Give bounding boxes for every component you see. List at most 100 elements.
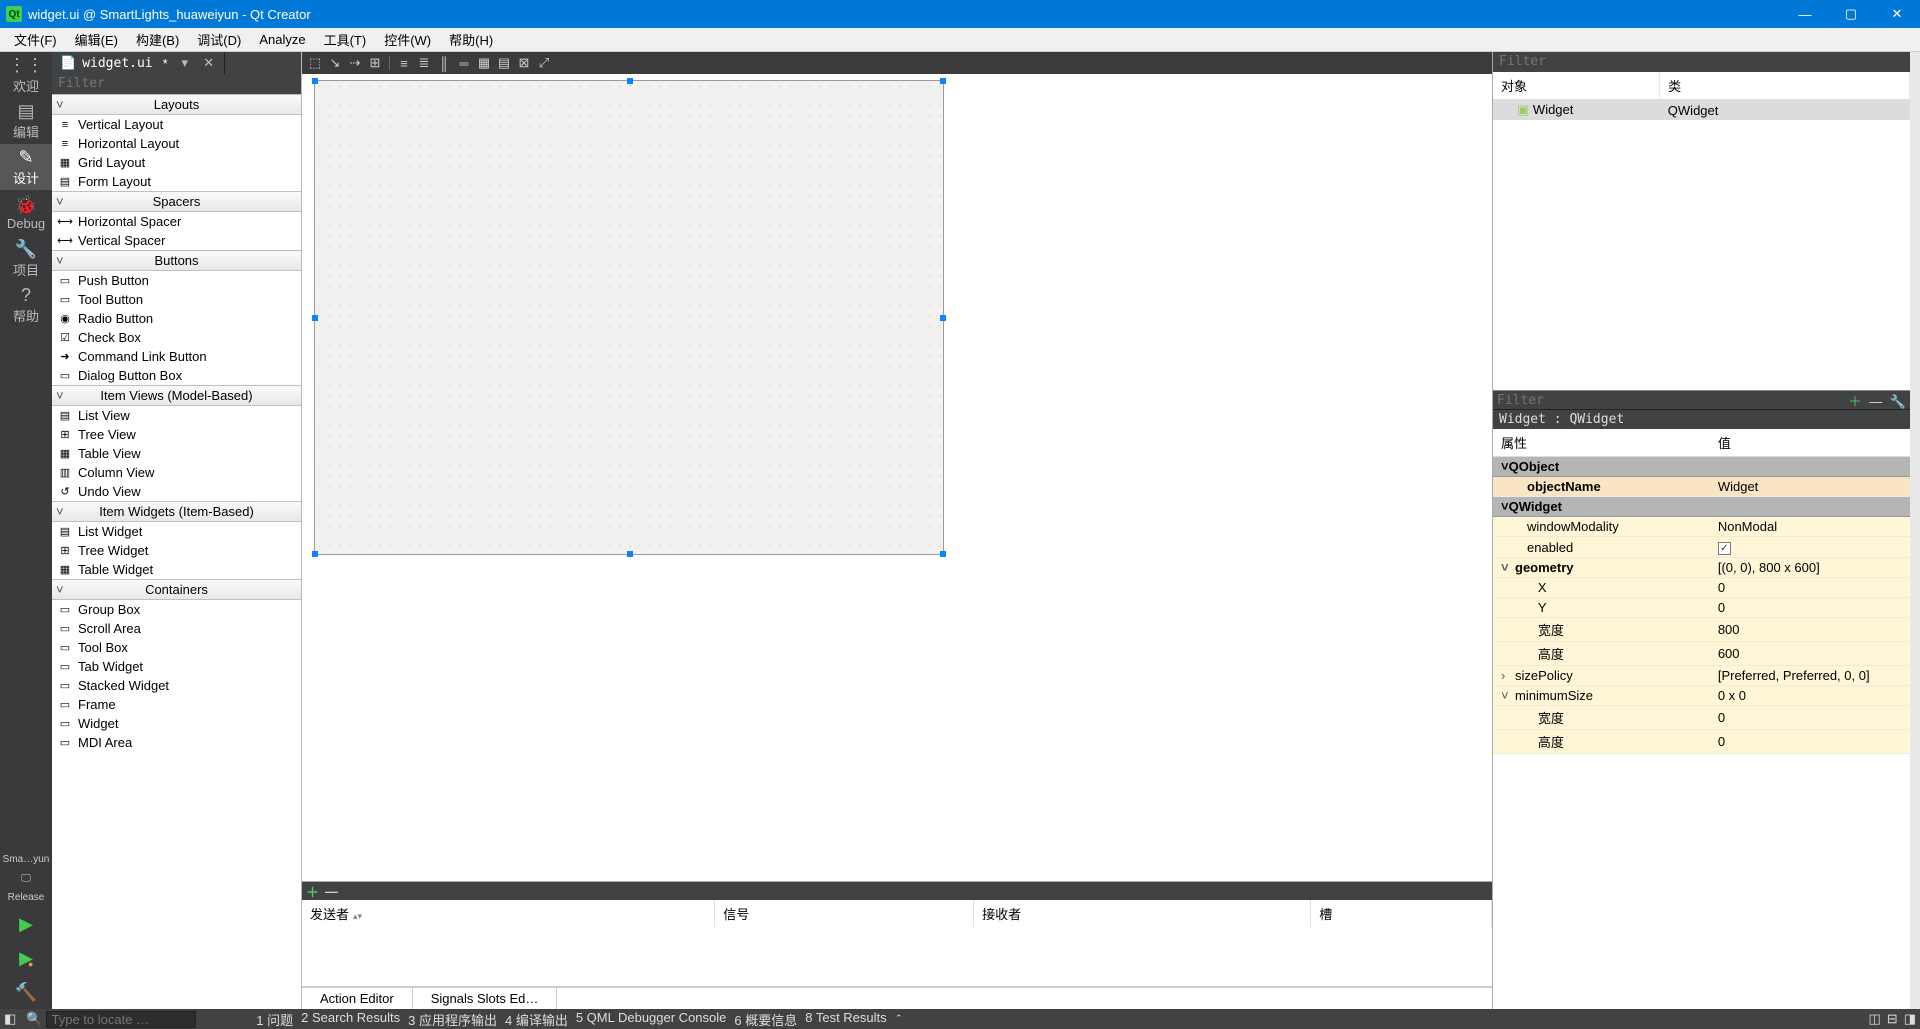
prop-geometry-x[interactable]: X0: [1493, 578, 1910, 598]
col-value[interactable]: 值: [1710, 429, 1910, 457]
edit-taborder-button[interactable]: ⊞: [366, 54, 384, 72]
col-sender[interactable]: 发送者▴▾: [302, 900, 715, 927]
widget-item[interactable]: ▤Form Layout: [52, 172, 301, 191]
widget-group-header[interactable]: ˅Buttons: [52, 250, 301, 271]
widget-group-header[interactable]: ˅Containers: [52, 579, 301, 600]
prop-geometry-h[interactable]: 高度600: [1493, 642, 1910, 666]
widget-item[interactable]: ▭Group Box: [52, 600, 301, 619]
prop-minimumsize-h[interactable]: 高度0: [1493, 730, 1910, 754]
widget-item[interactable]: ▭Tab Widget: [52, 657, 301, 676]
mode-projects[interactable]: 🔧项目: [0, 236, 52, 282]
widget-item[interactable]: ⊞Tree View: [52, 425, 301, 444]
resize-handle[interactable]: [312, 551, 318, 557]
output-pane-button[interactable]: 8 Test Results: [805, 1010, 886, 1029]
maximize-button[interactable]: ▢: [1828, 0, 1874, 28]
widget-item[interactable]: ▭Dialog Button Box: [52, 366, 301, 385]
widget-item[interactable]: ▥Column View: [52, 463, 301, 482]
prop-windowmodality[interactable]: windowModalityNonModal: [1493, 517, 1910, 537]
widget-item[interactable]: ▭Stacked Widget: [52, 676, 301, 695]
widget-group-header[interactable]: ˅Spacers: [52, 191, 301, 212]
widget-list[interactable]: ˅Layouts≡Vertical Layout≡Horizontal Layo…: [52, 94, 301, 1009]
menu-help[interactable]: 帮助(H): [441, 28, 501, 51]
kit-selector-target[interactable]: 🖵: [0, 869, 52, 888]
menu-analyze[interactable]: Analyze: [251, 30, 313, 49]
widget-item[interactable]: ▭Frame: [52, 695, 301, 714]
mode-welcome[interactable]: ⋮⋮欢迎: [0, 52, 52, 98]
edit-buddies-button[interactable]: ⇢: [346, 54, 364, 72]
widget-item[interactable]: ⊞Tree Widget: [52, 541, 301, 560]
mode-help[interactable]: ?帮助: [0, 282, 52, 328]
layout-hsplit-button[interactable]: ║: [435, 54, 453, 72]
prop-minimumsize-w[interactable]: 宽度0: [1493, 706, 1910, 730]
prop-minimumsize[interactable]: ˅minimumSize0 x 0: [1493, 686, 1910, 706]
edit-signals-button[interactable]: ↘: [326, 54, 344, 72]
prop-sizepolicy[interactable]: ›sizePolicy[Preferred, Preferred, 0, 0]: [1493, 666, 1910, 686]
resize-handle[interactable]: [940, 315, 946, 321]
widget-item[interactable]: ▭Tool Box: [52, 638, 301, 657]
resize-handle[interactable]: [940, 551, 946, 557]
resize-handle[interactable]: [627, 78, 633, 84]
menu-file[interactable]: 文件(F): [6, 28, 65, 51]
widget-item[interactable]: ↺Undo View: [52, 482, 301, 501]
form-canvas-area[interactable]: [302, 74, 1492, 881]
output-pane-button[interactable]: 3 应用程序输出: [408, 1010, 497, 1029]
object-filter-input[interactable]: [1499, 54, 1904, 69]
run-button[interactable]: ▶: [0, 907, 52, 941]
right-scrollbar[interactable]: [1910, 52, 1920, 1009]
tab-signals-editor[interactable]: Signals Slots Ed…: [413, 988, 558, 1009]
menu-widgets[interactable]: 控件(W): [376, 28, 439, 51]
widget-item[interactable]: ▤List View: [52, 406, 301, 425]
tab-close-button[interactable]: ▾: [178, 56, 192, 70]
widget-item[interactable]: ▦Table Widget: [52, 560, 301, 579]
mode-design[interactable]: ✎设计: [0, 144, 52, 190]
widget-item[interactable]: ▦Table View: [52, 444, 301, 463]
col-object[interactable]: 对象: [1493, 72, 1660, 100]
form-widget[interactable]: [314, 80, 944, 555]
close-panel-button[interactable]: ◧: [4, 1011, 16, 1027]
col-class[interactable]: 类: [1660, 72, 1910, 100]
resize-handle[interactable]: [312, 78, 318, 84]
menu-edit[interactable]: 编辑(E): [67, 28, 126, 51]
mode-debug[interactable]: 🐞Debug: [0, 190, 52, 236]
widget-item[interactable]: ≡Vertical Layout: [52, 115, 301, 134]
widget-item[interactable]: ⟷Vertical Spacer: [52, 231, 301, 250]
locator-input[interactable]: [46, 1011, 196, 1028]
resize-handle[interactable]: [312, 315, 318, 321]
widget-group-header[interactable]: ˅Layouts: [52, 94, 301, 115]
break-layout-button[interactable]: ⊠: [515, 54, 533, 72]
col-receiver[interactable]: 接收者: [974, 900, 1311, 927]
remove-signal-button[interactable]: —: [325, 884, 338, 899]
widget-item[interactable]: ➜Command Link Button: [52, 347, 301, 366]
group-qwidget[interactable]: ˅QWidget: [1493, 497, 1910, 517]
widget-filter-input[interactable]: [58, 76, 295, 91]
minimize-button[interactable]: —: [1782, 0, 1828, 28]
kit-selector-config[interactable]: Release: [0, 888, 52, 907]
build-button[interactable]: 🔨: [0, 975, 52, 1009]
object-row[interactable]: ▣ Widget QWidget: [1493, 100, 1910, 120]
tab-action-editor[interactable]: Action Editor: [302, 988, 413, 1009]
output-pane-button[interactable]: 6 概要信息: [734, 1010, 797, 1029]
close-button[interactable]: ✕: [1874, 0, 1920, 28]
kit-selector-project[interactable]: Sma…yun: [0, 850, 52, 869]
col-slot[interactable]: 槽: [1311, 900, 1492, 927]
checkbox-icon[interactable]: ✓: [1718, 542, 1731, 555]
run-debug-button[interactable]: ▶●: [0, 941, 52, 975]
split-h-icon[interactable]: ◫: [1869, 1011, 1881, 1027]
property-table[interactable]: 属性值 ˅QObject objectNameWidget ˅QWidget w…: [1493, 429, 1910, 1009]
widget-item[interactable]: ▭MDI Area: [52, 733, 301, 752]
mode-edit[interactable]: ▤编辑: [0, 98, 52, 144]
layout-grid-button[interactable]: ▦: [475, 54, 493, 72]
add-signal-button[interactable]: ＋: [306, 882, 319, 901]
widget-item[interactable]: ≡Horizontal Layout: [52, 134, 301, 153]
layout-form-button[interactable]: ▤: [495, 54, 513, 72]
layout-vsplit-button[interactable]: ═: [455, 54, 473, 72]
add-dyn-prop-button[interactable]: ＋: [1849, 394, 1862, 409]
resize-handle[interactable]: [627, 551, 633, 557]
editor-tab[interactable]: 📄 widget.ui * ▾ ✕: [52, 52, 225, 74]
close-icon[interactable]: ✕: [202, 56, 216, 70]
menu-build[interactable]: 构建(B): [128, 28, 187, 51]
toggle-sidebar-icon[interactable]: ◨: [1904, 1011, 1916, 1027]
widget-item[interactable]: ▭Push Button: [52, 271, 301, 290]
widget-item[interactable]: ▭Widget: [52, 714, 301, 733]
widget-item[interactable]: ⟷Horizontal Spacer: [52, 212, 301, 231]
